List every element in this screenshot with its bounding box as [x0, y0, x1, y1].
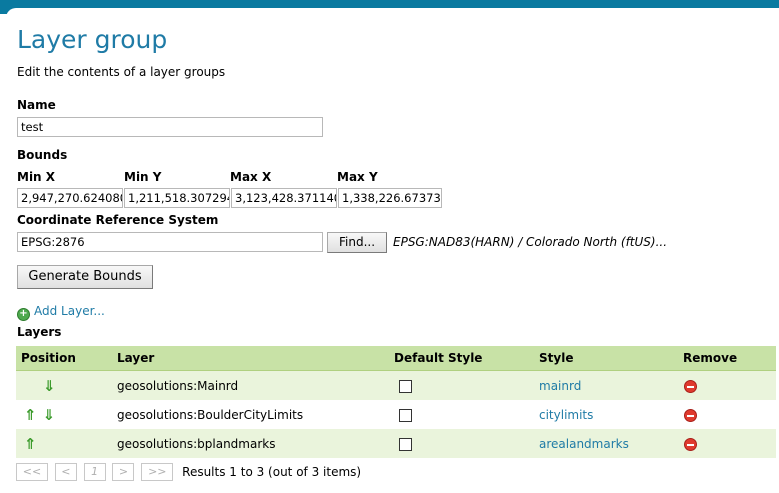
- default-style-checkbox[interactable]: [399, 379, 412, 393]
- remove-circle-icon[interactable]: [684, 408, 697, 422]
- layers-heading: Layers: [17, 325, 62, 339]
- table-row: ⇑ ⇓ geosolutions:BoulderCityLimits cityli…: [16, 400, 776, 429]
- layer-name: geosolutions:bplandmarks: [117, 429, 394, 458]
- page-title: Layer group: [17, 25, 168, 54]
- add-layer-label[interactable]: Add Layer...: [34, 304, 105, 318]
- find-crs-button[interactable]: Find...: [327, 232, 387, 253]
- col-style[interactable]: Style: [539, 346, 683, 371]
- default-style-checkbox[interactable]: [399, 408, 412, 422]
- layer-name: geosolutions:BoulderCityLimits: [117, 400, 394, 429]
- col-remove[interactable]: Remove: [683, 346, 776, 371]
- arrow-down-icon[interactable]: ⇓: [43, 406, 56, 424]
- min-y-input[interactable]: 1,211,518.307294: [124, 188, 230, 208]
- default-style-checkbox[interactable]: [399, 437, 412, 451]
- col-position[interactable]: Position: [16, 346, 117, 371]
- add-circle-icon: +: [17, 308, 30, 321]
- max-y-label: Max Y: [337, 170, 378, 184]
- table-row: ⇑ geosolutions:bplandmarks arealandmarks: [16, 429, 776, 458]
- table-header-row: Position Layer Default Style Style Remov…: [16, 346, 776, 371]
- min-x-input[interactable]: 2,947,270.624080: [17, 188, 123, 208]
- name-input[interactable]: test: [17, 117, 323, 137]
- col-default-style[interactable]: Default Style: [394, 346, 539, 371]
- add-layer-link[interactable]: + Add Layer...: [17, 304, 105, 321]
- pagination: << < 1 > >> Results 1 to 3 (out of 3 ite…: [16, 463, 361, 481]
- min-x-label: Min X: [17, 170, 56, 184]
- name-label: Name: [17, 98, 56, 112]
- generate-bounds-button[interactable]: Generate Bounds: [17, 265, 153, 289]
- max-y-input[interactable]: 1,338,226.673739: [338, 188, 442, 208]
- remove-circle-icon[interactable]: [684, 437, 697, 451]
- arrow-down-icon[interactable]: ⇓: [43, 377, 56, 395]
- results-summary: Results 1 to 3 (out of 3 items): [182, 465, 362, 479]
- style-link[interactable]: citylimits: [539, 408, 593, 422]
- layers-table: Position Layer Default Style Style Remov…: [16, 346, 776, 458]
- crs-input[interactable]: EPSG:2876: [17, 232, 323, 252]
- max-x-input[interactable]: 3,123,428.371140: [231, 188, 337, 208]
- crs-description: EPSG:NAD83(HARN) / Colorado North (ftUS)…: [393, 235, 668, 249]
- next-page-button[interactable]: >: [112, 463, 135, 481]
- remove-circle-icon[interactable]: [684, 379, 697, 393]
- crs-label: Coordinate Reference System: [17, 213, 219, 227]
- style-link[interactable]: mainrd: [539, 379, 581, 393]
- prev-page-button[interactable]: <: [54, 463, 77, 481]
- bounds-label: Bounds: [17, 148, 68, 162]
- layer-name: geosolutions:Mainrd: [117, 370, 394, 400]
- style-link[interactable]: arealandmarks: [539, 437, 629, 451]
- table-row: ⇓ geosolutions:Mainrd mainrd: [16, 370, 776, 400]
- max-x-label: Max X: [230, 170, 272, 184]
- first-page-button[interactable]: <<: [16, 463, 48, 481]
- last-page-button[interactable]: >>: [141, 463, 174, 481]
- min-y-label: Min Y: [124, 170, 162, 184]
- arrow-up-icon[interactable]: ⇑: [24, 435, 37, 453]
- page-number-button[interactable]: 1: [83, 463, 106, 481]
- col-layer[interactable]: Layer: [117, 346, 394, 371]
- arrow-up-icon[interactable]: ⇑: [24, 406, 37, 424]
- page-subtitle: Edit the contents of a layer groups: [17, 65, 226, 79]
